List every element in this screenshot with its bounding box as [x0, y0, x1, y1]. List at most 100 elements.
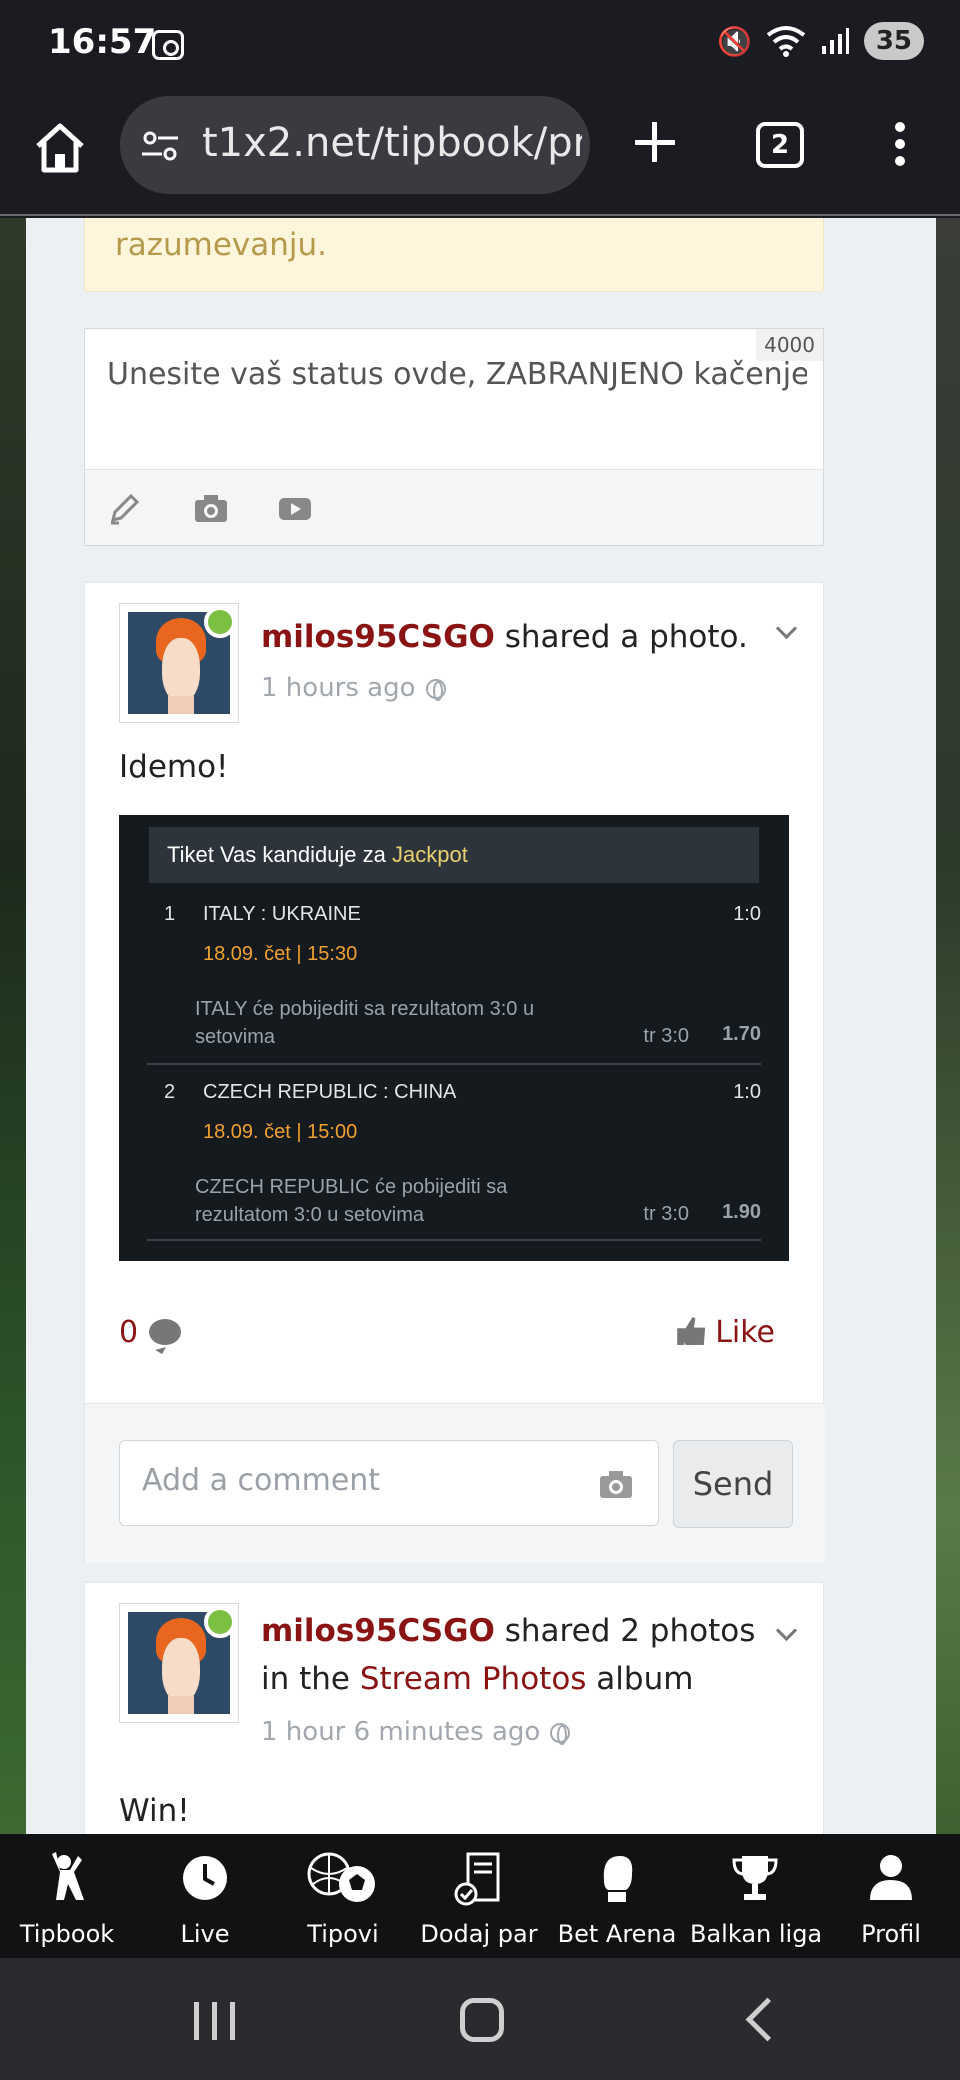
ticket-image[interactable]: Tiket Vas kandiduje za Jackpot 1 ITALY :… — [119, 815, 789, 1261]
online-indicator — [204, 1606, 236, 1638]
ticket-divider — [147, 1063, 761, 1065]
pencil-icon[interactable] — [107, 492, 143, 526]
nav-dodaj-par[interactable]: Dodaj par — [414, 1834, 544, 1958]
nav-label: Tipovi — [307, 1920, 379, 1948]
camera-icon[interactable] — [193, 492, 229, 526]
post-header: milos95CSGO shared 2 photos in the Strea… — [261, 1607, 761, 1703]
system-home-button[interactable] — [460, 1998, 504, 2042]
browser-menu-button[interactable] — [890, 122, 910, 172]
match-date: 18.09. čet | 15:00 — [203, 1121, 358, 1143]
status-composer: 4000 Unesite vaš status ovde, ZABRANJENO… — [84, 328, 824, 546]
post-header: milos95CSGO shared a photo. — [261, 613, 761, 661]
avatar[interactable] — [119, 603, 239, 723]
match-number: 2 — [164, 1081, 176, 1103]
battery-indicator: 35 — [863, 22, 924, 60]
clock-icon — [183, 1856, 227, 1900]
comment-input[interactable]: Add a comment — [119, 1440, 659, 1526]
system-navigation-bar — [0, 1958, 960, 2080]
url-text[interactable]: t1x2.net/tipbook/profile — [202, 120, 582, 166]
chevron-down-icon[interactable] — [775, 1623, 799, 1647]
nav-bet-arena[interactable]: Bet Arena — [552, 1834, 682, 1958]
wifi-icon — [766, 26, 806, 57]
new-tab-button[interactable] — [630, 114, 680, 174]
post-action-text: shared a photo. — [494, 619, 748, 655]
globe-icon — [550, 1722, 571, 1745]
post-text: Idemo! — [119, 749, 229, 785]
comment-placeholder: Add a comment — [142, 1463, 381, 1498]
recent-apps-button[interactable] — [194, 2002, 236, 2040]
post-username[interactable]: milos95CSGO — [261, 1613, 495, 1649]
background-photo-right — [936, 218, 960, 1834]
like-button[interactable]: Like — [677, 1315, 775, 1350]
post-timestamp: 1 hour 6 minutes ago — [261, 1717, 571, 1747]
camera-icon[interactable] — [598, 1469, 634, 1501]
mute-icon: 🔇 — [716, 24, 752, 58]
nav-label: Bet Arena — [557, 1920, 677, 1948]
site-bottom-nav: Tipbook Live Tipovi Dodaj par Bet Arena … — [0, 1834, 960, 1958]
feed-post: milos95CSGO shared a photo. 1 hours ago … — [84, 582, 825, 1563]
match-tip: tr 3:0 — [643, 1203, 689, 1225]
album-link[interactable]: Stream Photos — [360, 1661, 587, 1697]
match-odd: 1.70 — [722, 1023, 761, 1045]
comment-area: Add a comment Send — [85, 1403, 825, 1563]
status-time: 16:57 — [48, 22, 157, 62]
match-description: ITALY će pobijediti sa rezultatom 3:0 u … — [195, 998, 535, 1048]
celebrating-person-icon — [52, 1852, 84, 1900]
address-bar[interactable]: t1x2.net/tipbook/profile — [120, 96, 590, 194]
nav-tipovi[interactable]: Tipovi — [278, 1834, 408, 1958]
comment-icon[interactable] — [149, 1319, 181, 1345]
trophy-icon — [732, 1856, 778, 1900]
post-actions: 0 Like — [119, 1307, 789, 1367]
post-time-text: 1 hour 6 minutes ago — [261, 1717, 541, 1747]
match-score: 1:0 — [733, 1081, 761, 1103]
status-icons: 🔇 35 — [717, 22, 924, 60]
notice-text: razumevanju. — [115, 227, 328, 263]
match-tip: tr 3:0 — [643, 1025, 689, 1047]
post-text: Win! — [119, 1793, 190, 1829]
browser-toolbar: t1x2.net/tipbook/profile 2 — [0, 88, 960, 216]
home-icon[interactable] — [34, 120, 86, 176]
post-time-text: 1 hours ago — [261, 673, 416, 703]
ticket-header-text: Tiket Vas kandiduje za — [167, 842, 393, 867]
nav-balkan-liga[interactable]: Balkan liga — [690, 1834, 823, 1958]
post-username[interactable]: milos95CSGO — [261, 619, 495, 655]
thumbs-up-icon — [677, 1317, 706, 1345]
background-photo-left — [0, 218, 26, 1834]
comment-count[interactable]: 0 — [119, 1315, 138, 1350]
system-back-button[interactable] — [740, 1998, 784, 2042]
globe-icon — [425, 678, 446, 701]
nav-tipbook[interactable]: Tipbook — [2, 1834, 132, 1958]
match-score: 1:0 — [733, 903, 761, 925]
notice-box: razumevanju. — [84, 218, 824, 292]
nav-label: Profil — [861, 1920, 921, 1948]
status-input[interactable]: Unesite vaš status ovde, ZABRANJENO kače… — [107, 357, 807, 392]
signal-icon — [821, 28, 849, 54]
avatar[interactable] — [119, 1603, 239, 1723]
ticket-header: Tiket Vas kandiduje za Jackpot — [149, 827, 759, 883]
chevron-down-icon[interactable] — [775, 621, 799, 645]
feed-post: milos95CSGO shared 2 photos in the Strea… — [84, 1582, 824, 1834]
nav-label: Tipbook — [19, 1920, 115, 1948]
match-number: 1 — [164, 903, 176, 925]
match-description: CZECH REPUBLIC će pobijediti sa rezultat… — [195, 1176, 508, 1226]
web-page: razumevanju. 4000 Unesite vaš status ovd… — [0, 218, 960, 1834]
site-settings-icon[interactable] — [140, 126, 180, 166]
match-odd: 1.90 — [722, 1201, 761, 1223]
video-icon[interactable] — [277, 492, 313, 526]
screen-record-icon — [152, 30, 184, 60]
tab-switcher-button[interactable]: 2 — [756, 122, 804, 168]
post-action-suffix: album — [586, 1661, 694, 1697]
nav-label: Live — [180, 1920, 230, 1948]
sports-balls-icon — [307, 1852, 375, 1902]
nav-label: Balkan liga — [690, 1920, 823, 1948]
nav-live[interactable]: Live — [140, 1834, 270, 1958]
send-button[interactable]: Send — [673, 1440, 793, 1528]
status-bar: 16:57 🔇 35 — [0, 0, 960, 88]
boxing-glove-icon — [603, 1856, 633, 1902]
like-label: Like — [715, 1315, 775, 1350]
nav-profil[interactable]: Profil — [826, 1834, 956, 1958]
match-teams: ITALY : UKRAINE — [203, 903, 361, 925]
add-ticket-icon — [454, 1852, 500, 1906]
match-teams: CZECH REPUBLIC : CHINA — [203, 1081, 457, 1103]
ticket-divider — [147, 1239, 761, 1241]
